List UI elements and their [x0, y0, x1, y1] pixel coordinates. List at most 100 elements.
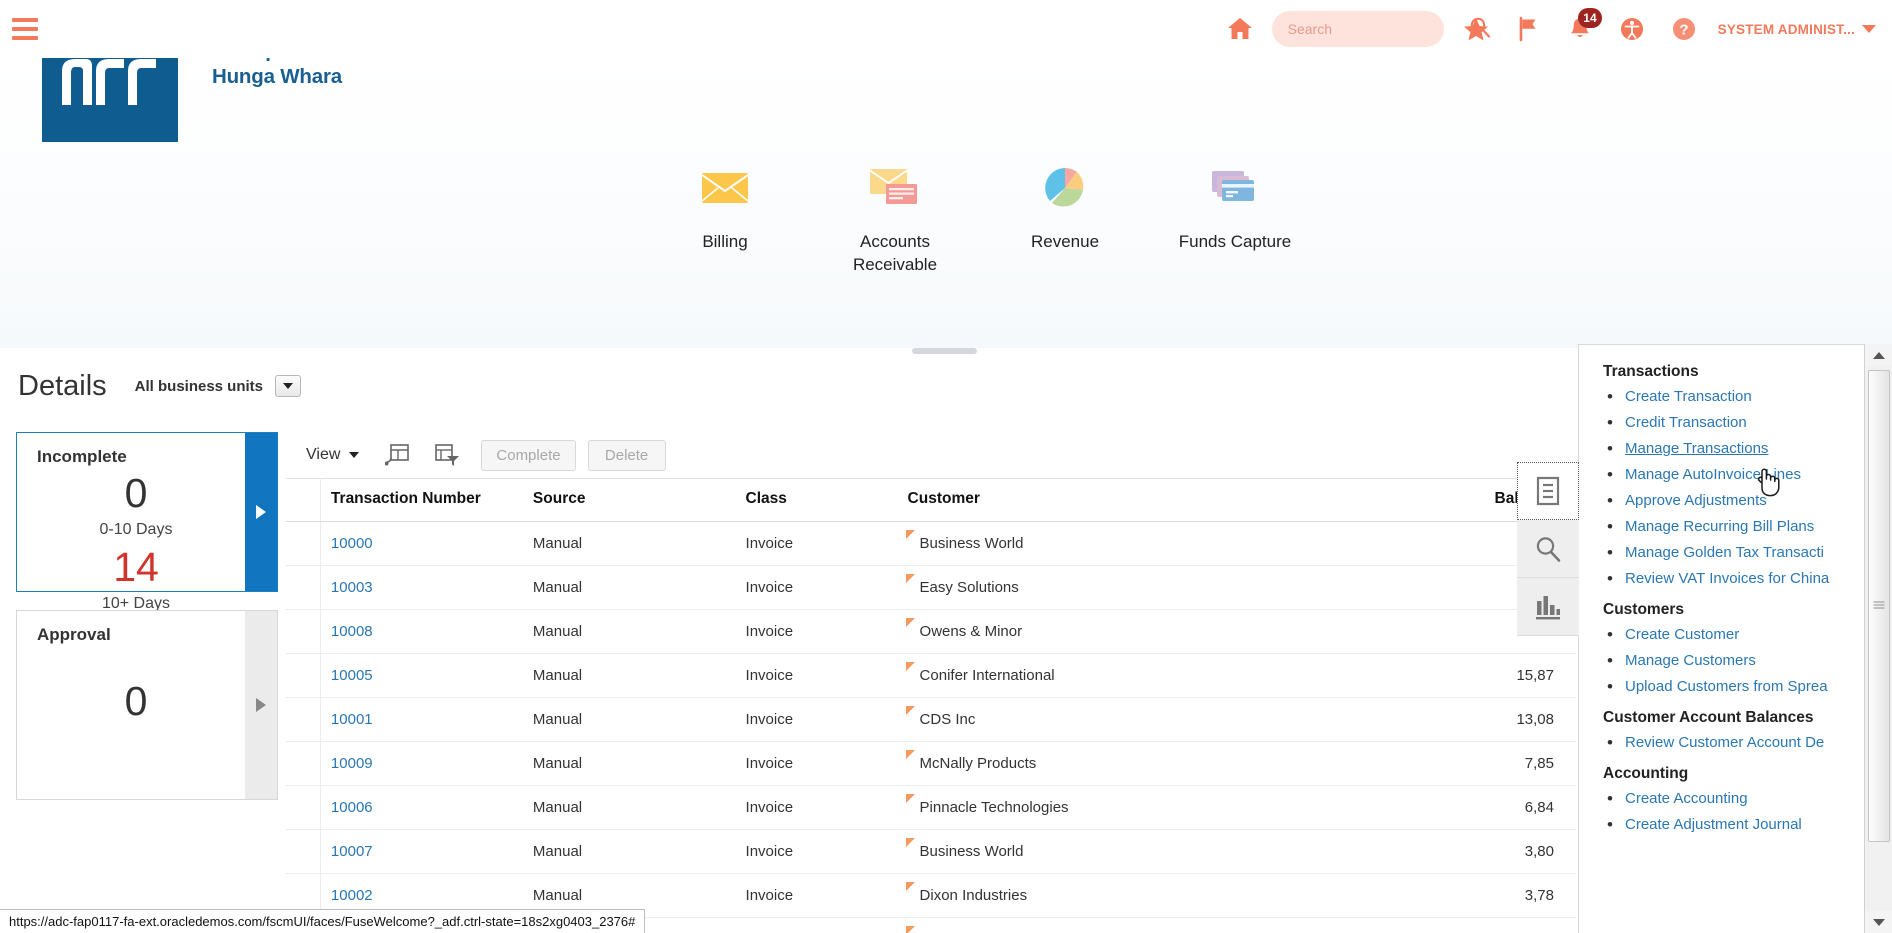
notifications-bell-icon[interactable]: 14 [1554, 3, 1606, 55]
home-icon[interactable] [1214, 3, 1266, 55]
query-by-example-icon[interactable] [425, 438, 469, 472]
ar-label-line2: Receivable [853, 253, 937, 276]
task-link-review-customer-account-details[interactable]: Review Customer Account De [1625, 734, 1824, 751]
row-select-cell[interactable] [286, 698, 320, 742]
transaction-number-link[interactable]: 10007 [331, 843, 373, 860]
task-link-manage-autoinvoice-lines[interactable]: Manage AutoInvoice Lines [1625, 466, 1801, 483]
transaction-number-link[interactable]: 10002 [331, 887, 373, 904]
springboard-item-billing[interactable]: Billing [640, 160, 810, 276]
transactions-panel: View Complete Delete Transaction Number … [286, 432, 1576, 933]
search-icon[interactable] [1517, 520, 1579, 578]
task-link-manage-transactions[interactable]: Manage Transactions [1625, 440, 1768, 457]
accessibility-icon[interactable] [1606, 3, 1658, 55]
column-header-source[interactable]: Source [523, 479, 736, 522]
column-header-transaction-number[interactable]: Transaction Number [320, 479, 523, 522]
required-flag-icon [906, 706, 915, 715]
transaction-number-link[interactable]: 10006 [331, 799, 373, 816]
hamburger-icon[interactable] [12, 18, 38, 40]
transaction-number-link[interactable]: 10003 [331, 579, 373, 596]
column-header-customer[interactable]: Customer [898, 479, 1303, 522]
view-menu-button[interactable]: View [296, 442, 369, 468]
task-link-review-vat-invoices-for-china[interactable]: Review VAT Invoices for China [1625, 570, 1829, 587]
customer-name: Business World [920, 843, 1024, 860]
search-input[interactable] [1272, 11, 1444, 47]
transactions-table-header: Transaction Number Source Class Customer… [286, 479, 1576, 522]
chevron-up-icon [1873, 352, 1885, 359]
business-unit-dropdown[interactable] [275, 375, 301, 397]
table-row[interactable]: 10001 Manual Invoice CDS Inc 13,08 [286, 698, 1576, 742]
required-flag-icon [906, 750, 915, 759]
row-select-cell[interactable] [286, 786, 320, 830]
row-select-cell[interactable] [286, 654, 320, 698]
delete-button[interactable]: Delete [588, 440, 666, 471]
list-item: Create Transaction [1603, 388, 1861, 405]
detach-table-icon[interactable] [375, 438, 419, 472]
cell-class: Invoice [736, 654, 898, 698]
flag-icon[interactable] [1502, 3, 1554, 55]
bar-chart-icon[interactable] [1517, 578, 1579, 636]
view-mode-toolbar [1517, 462, 1579, 636]
star-icon[interactable] [1450, 3, 1502, 55]
task-link-create-adjustment-journal[interactable]: Create Adjustment Journal [1625, 816, 1802, 833]
table-row[interactable]: 10007 Manual Invoice Business World 3,80 [286, 830, 1576, 874]
springboard-item-accounts-receivable[interactable]: Accounts Receivable [810, 160, 980, 276]
task-link-manage-golden-tax-transactions[interactable]: Manage Golden Tax Transacti [1625, 544, 1824, 561]
complete-button[interactable]: Complete [481, 440, 575, 471]
table-row[interactable]: 10000 Manual Invoice Business World [286, 522, 1576, 566]
table-row[interactable]: 10005 Manual Invoice Conifer Internation… [286, 654, 1576, 698]
kpi-card-incomplete-expand[interactable] [245, 433, 277, 591]
grip-icon [1874, 602, 1885, 611]
springboard-label-accounts-receivable: Accounts Receivable [853, 230, 937, 276]
credit-cards-icon [1210, 160, 1260, 216]
task-link-manage-customers[interactable]: Manage Customers [1625, 652, 1756, 669]
task-panel-scrollbar[interactable] [1864, 344, 1892, 933]
chevron-right-icon [256, 698, 266, 712]
task-link-credit-transaction[interactable]: Credit Transaction [1625, 414, 1747, 431]
task-link-manage-recurring-bill-plans[interactable]: Manage Recurring Bill Plans [1625, 518, 1814, 535]
list-item: Manage Transactions [1603, 440, 1861, 457]
springboard-item-funds-capture[interactable]: Funds Capture [1150, 160, 1320, 276]
column-header-class[interactable]: Class [736, 479, 898, 522]
task-link-create-accounting[interactable]: Create Accounting [1625, 790, 1748, 807]
cell-customer: Owens & Minor [898, 610, 1303, 654]
customer-name: CDS Inc [920, 711, 976, 728]
table-row[interactable]: 10006 Manual Invoice Pinnacle Technologi… [286, 786, 1576, 830]
required-flag-icon [906, 882, 915, 891]
document-icon[interactable] [1517, 462, 1579, 520]
row-select-cell[interactable] [286, 610, 320, 654]
task-link-approve-adjustments[interactable]: Approve Adjustments [1625, 492, 1767, 509]
table-row[interactable]: 10009 Manual Invoice McNally Products 7,… [286, 742, 1576, 786]
kpi-card-incomplete[interactable]: Incomplete 0 0-10 Days 14 10+ Days [16, 432, 278, 592]
transaction-number-link[interactable]: 10005 [331, 667, 373, 684]
task-group-transactions: Transactions Create Transaction Credit T… [1603, 363, 1861, 587]
task-group-title: Customer Account Balances [1603, 709, 1861, 727]
customer-name: Owens & Minor [920, 623, 1023, 640]
springboard-item-revenue[interactable]: Revenue [980, 160, 1150, 276]
cell-source: Manual [523, 654, 736, 698]
row-select-cell[interactable] [286, 742, 320, 786]
task-link-create-customer[interactable]: Create Customer [1625, 626, 1739, 643]
task-link-upload-customers-from-spreadsheet[interactable]: Upload Customers from Sprea [1625, 678, 1828, 695]
search-field[interactable] [1288, 21, 1469, 37]
springboard-label-funds-capture: Funds Capture [1179, 230, 1291, 253]
task-link-create-transaction[interactable]: Create Transaction [1625, 388, 1752, 405]
row-select-cell[interactable] [286, 522, 320, 566]
scrollbar-thumb[interactable] [1868, 370, 1890, 842]
cell-balance: 6,84 [1303, 786, 1576, 830]
kpi-card-approval-expand[interactable] [245, 611, 277, 799]
transaction-number-link[interactable]: 10009 [331, 755, 373, 772]
scroll-up-button[interactable] [1865, 344, 1892, 366]
transaction-number-link[interactable]: 10000 [331, 535, 373, 552]
table-row[interactable]: 10003 Manual Invoice Easy Solutions [286, 566, 1576, 610]
table-row[interactable]: 10008 Manual Invoice Owens & Minor [286, 610, 1576, 654]
panel-resize-handle[interactable] [912, 348, 977, 354]
kpi-card-approval[interactable]: Approval 0 [16, 610, 278, 800]
scroll-down-button[interactable] [1865, 911, 1892, 933]
row-select-cell[interactable] [286, 566, 320, 610]
transactions-table: Transaction Number Source Class Customer… [286, 478, 1576, 933]
transaction-number-link[interactable]: 10008 [331, 623, 373, 640]
help-icon[interactable]: ? [1658, 3, 1710, 55]
transaction-number-link[interactable]: 10001 [331, 711, 373, 728]
user-menu[interactable]: SYSTEM ADMINIST... [1710, 22, 1878, 37]
row-select-cell[interactable] [286, 830, 320, 874]
